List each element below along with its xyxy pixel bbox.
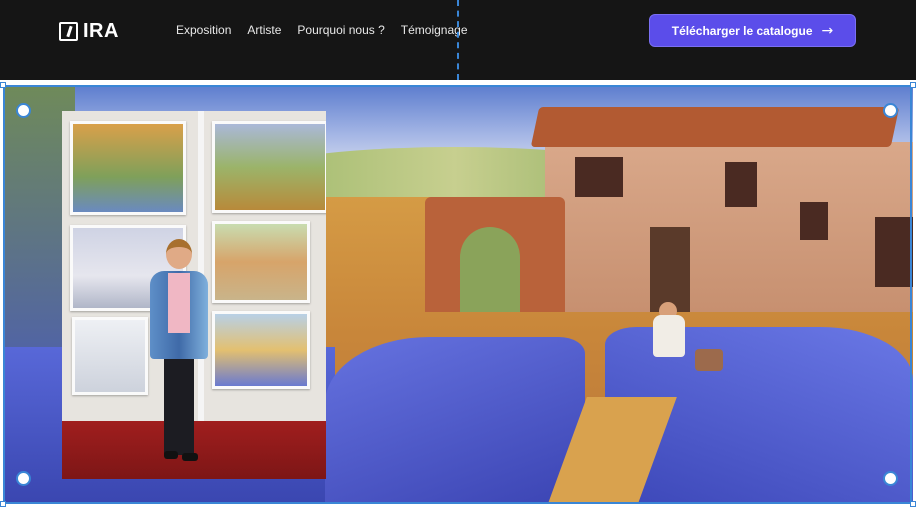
exhibited-painting [72, 317, 148, 395]
selection-corner-mark [0, 501, 6, 507]
nav-link-exposition[interactable]: Exposition [176, 23, 231, 37]
resize-handle-top-left[interactable] [16, 103, 31, 118]
nav-link-pourquoi-nous[interactable]: Pourquoi nous ? [297, 23, 384, 37]
farmer-figure [653, 315, 685, 357]
resize-handle-bottom-right[interactable] [883, 471, 898, 486]
main-nav: Exposition Artiste Pourquoi nous ? Témoi… [176, 23, 468, 37]
exhibited-painting [70, 121, 186, 215]
farmer-basket [695, 349, 723, 371]
red-carpet [62, 421, 326, 479]
nav-link-artiste[interactable]: Artiste [247, 23, 281, 37]
ira-logo-icon [59, 22, 78, 41]
resize-handle-bottom-left[interactable] [16, 471, 31, 486]
artist-figure [168, 273, 190, 333]
farmhouse-window [725, 162, 757, 207]
barn-arch [460, 227, 520, 312]
artist-figure [166, 239, 192, 269]
selection-corner-mark [910, 501, 916, 507]
artist-exhibition-photo[interactable] [62, 111, 326, 479]
exhibition-panel-divider [198, 111, 204, 421]
selection-corner-mark [0, 82, 6, 88]
exhibited-painting [212, 221, 310, 303]
lavender-field [325, 337, 585, 504]
top-navigation-bar: IRA Exposition Artiste Pourquoi nous ? T… [0, 0, 916, 80]
brand-logo[interactable]: IRA [59, 20, 119, 43]
artist-figure [164, 351, 194, 455]
artist-figure [164, 451, 178, 459]
painting-farmhouse [425, 107, 913, 317]
farmhouse-window [875, 217, 913, 287]
exhibited-painting [212, 311, 310, 389]
farmhouse-door [650, 227, 690, 312]
download-catalog-label: Télécharger le catalogue [671, 23, 813, 38]
resize-handle-top-right[interactable] [883, 103, 898, 118]
download-catalog-button[interactable]: Télécharger le catalogue → [649, 14, 856, 47]
artist-figure [182, 453, 198, 461]
brand-name: IRA [83, 20, 119, 42]
farmhouse-window [575, 157, 623, 197]
farmhouse-roof [530, 107, 900, 147]
hero-image[interactable] [5, 87, 913, 504]
selection-corner-mark [910, 82, 916, 88]
exhibited-painting [212, 121, 326, 213]
farmhouse-window [800, 202, 828, 240]
editor-center-guide [457, 0, 459, 80]
arrow-right-icon: → [821, 22, 834, 39]
